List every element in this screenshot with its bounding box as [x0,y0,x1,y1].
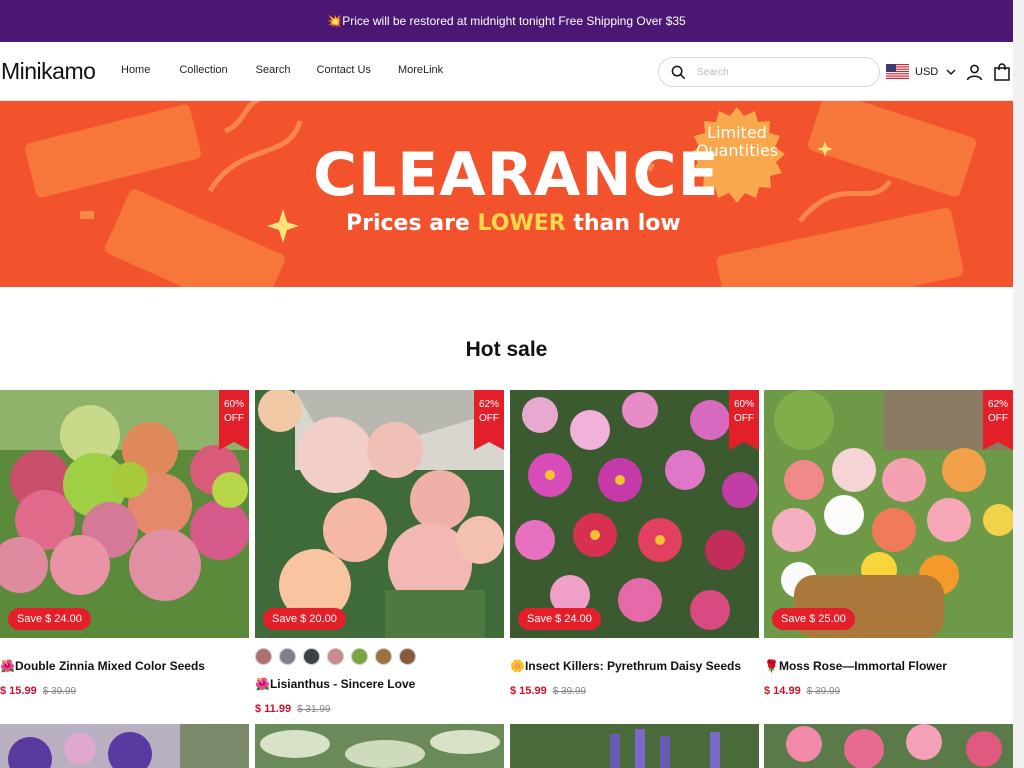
currency-label: USD [915,65,939,78]
site-header: Minikamo Home Collection Search Contact … [0,42,1013,101]
hero-sub-pre: Prices are [346,211,478,236]
announcement-bar: 💥Price will be restored at midnight toni… [0,0,1013,42]
product-price: $ 14.99 $ 39.99 [764,685,1013,697]
product-card[interactable]: 62% OFF Save $ 25.00 🌹Moss Rose—Immortal … [764,390,1013,697]
scrollbar[interactable] [1013,0,1024,768]
search-input[interactable] [697,66,867,78]
save-badge: Save $ 24.00 [518,608,601,630]
product-title[interactable]: 🌺Double Zinnia Mixed Color Seeds [0,659,249,673]
nav-search[interactable]: Search [256,64,291,76]
product-photo [255,390,504,638]
user-icon[interactable] [966,64,983,81]
product-title[interactable]: 🌹Moss Rose—Immortal Flower [764,659,1013,673]
price-compare: $ 39.99 [42,686,77,697]
product-image[interactable]: 62% OFF Save $ 20.00 [255,390,504,638]
discount-label: OFF [479,413,499,424]
us-flag-icon [886,64,909,79]
search-box[interactable] [658,57,880,87]
product-card[interactable]: 62% OFF Save $ 20.00 🌺Lisianthus - Sincer… [255,390,504,715]
save-badge: Save $ 20.00 [263,608,346,630]
swatch[interactable] [279,648,296,665]
product-image[interactable] [764,724,1013,768]
discount-badge: 60% OFF [219,390,249,450]
currency-selector[interactable]: USD [886,64,956,79]
price-current: $ 15.99 [0,685,37,697]
announcement-text: 💥Price will be restored at midnight toni… [327,14,686,28]
discount-badge: 62% OFF [474,390,504,450]
clearance-banner[interactable]: Limited Quantities CLEARANCE Prices are … [0,101,1013,287]
color-swatches [255,648,504,665]
product-price: $ 15.99 $ 39.99 [0,685,249,697]
hero-sub-post: than low [565,211,681,236]
hero-title: CLEARANCE [313,140,720,210]
product-image[interactable] [255,724,504,768]
save-badge: Save $ 25.00 [772,608,855,630]
product-photo [0,390,249,638]
product-title[interactable]: 🌼Insect Killers: Pyrethrum Daisy Seeds [510,659,759,673]
chevron-down-icon [946,69,956,75]
logo[interactable]: Minikamo [1,58,96,85]
nav-home[interactable]: Home [121,64,150,76]
discount-badge: 60% OFF [729,390,759,450]
price-compare: $ 31.99 [297,704,331,715]
product-image[interactable] [510,724,759,768]
product-photo [764,724,1013,768]
discount-label: OFF [734,413,754,424]
save-badge: Save $ 24.00 [8,608,91,630]
product-card[interactable]: 60% OFF Save $ 24.00 🌺Double Zinnia Mixed… [0,390,249,697]
discount-pct: 60% [733,399,754,410]
price-current: $ 11.99 [255,703,292,715]
nav-collection[interactable]: Collection [179,64,227,76]
product-photo [764,390,1013,638]
discount-pct: 60% [223,399,244,410]
discount-label: OFF [988,413,1008,424]
section-title: Hot sale [465,338,548,361]
product-card[interactable]: 60% OFF Save $ 24.00 🌼Insect Killers: Pyr… [510,390,759,697]
product-photo [0,724,249,768]
shopping-bag-icon[interactable] [994,63,1010,81]
price-current: $ 14.99 [764,685,801,697]
swatch[interactable] [399,648,416,665]
swatch[interactable] [255,648,272,665]
product-price: $ 15.99 $ 39.99 [510,685,759,697]
search-icon[interactable] [671,65,686,80]
discount-pct: 62% [987,399,1008,410]
swatch[interactable] [351,648,368,665]
product-photo [255,724,504,768]
hero-sub-emphasis: LOWER [477,211,566,236]
product-price: $ 11.99 $ 31.99 [255,703,504,715]
price-compare: $ 39.99 [552,686,587,697]
nav-morelink[interactable]: MoreLink [398,64,443,76]
product-image[interactable] [0,724,249,768]
discount-pct: 62% [478,399,499,410]
product-image[interactable]: 60% OFF Save $ 24.00 [0,390,249,638]
main-nav: Home Collection Search Contact Us MoreLi… [121,64,470,76]
swatch[interactable] [327,648,344,665]
product-photo [510,724,759,768]
nav-contact-us[interactable]: Contact Us [317,64,371,76]
discount-badge: 62% OFF [983,390,1013,450]
product-image[interactable]: 62% OFF Save $ 25.00 [764,390,1013,638]
discount-label: OFF [224,413,244,424]
swatch[interactable] [375,648,392,665]
hero-subtitle: Prices are LOWER than low [346,211,681,236]
price-compare: $ 39.99 [806,686,841,697]
swatch[interactable] [303,648,320,665]
product-image[interactable]: 60% OFF Save $ 24.00 [510,390,759,638]
price-current: $ 15.99 [510,685,547,697]
product-title[interactable]: 🌺Lisianthus - Sincere Love [255,677,504,691]
product-photo [510,390,759,638]
